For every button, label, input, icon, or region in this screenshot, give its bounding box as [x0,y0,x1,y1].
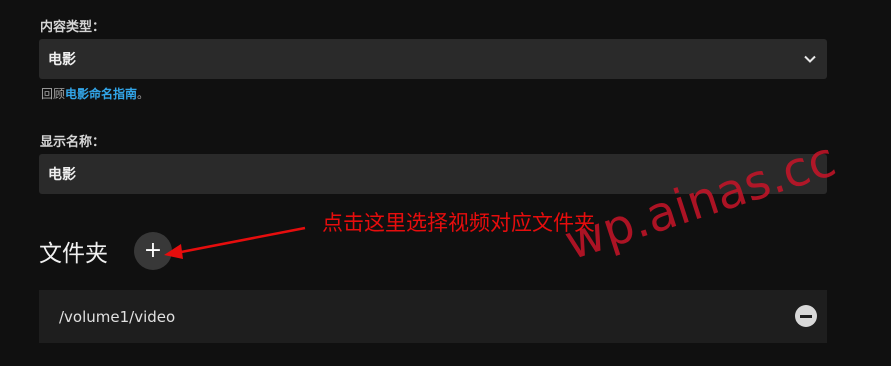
display-name-value: 电影 [48,167,76,183]
plus-icon: + [143,238,163,263]
display-name-input[interactable]: 电影 [39,154,827,194]
help-prefix: 回顾 [41,87,66,101]
folder-path: /volume1/video [59,307,176,326]
folders-section-title: 文件夹 [39,241,108,267]
folder-list-item: /volume1/video [39,290,827,343]
movie-naming-guide-link[interactable]: 电影命名指南 [65,87,137,101]
content-type-value: 电影 [48,52,76,68]
display-name-label: 显示名称： [40,135,106,150]
naming-guide-help: 回顾电影命名指南。 [41,85,149,102]
annotation-text: 点击这里选择视频对应文件夹 [322,211,595,235]
chevron-down-icon [804,55,816,63]
help-suffix: 。 [137,87,150,101]
add-folder-button[interactable]: + [134,232,172,270]
content-type-select[interactable]: 电影 [39,39,827,79]
minus-circle-icon[interactable] [795,305,817,327]
watermark-text: wp.ainas.cc [558,131,843,272]
content-type-label: 内容类型： [40,20,106,35]
